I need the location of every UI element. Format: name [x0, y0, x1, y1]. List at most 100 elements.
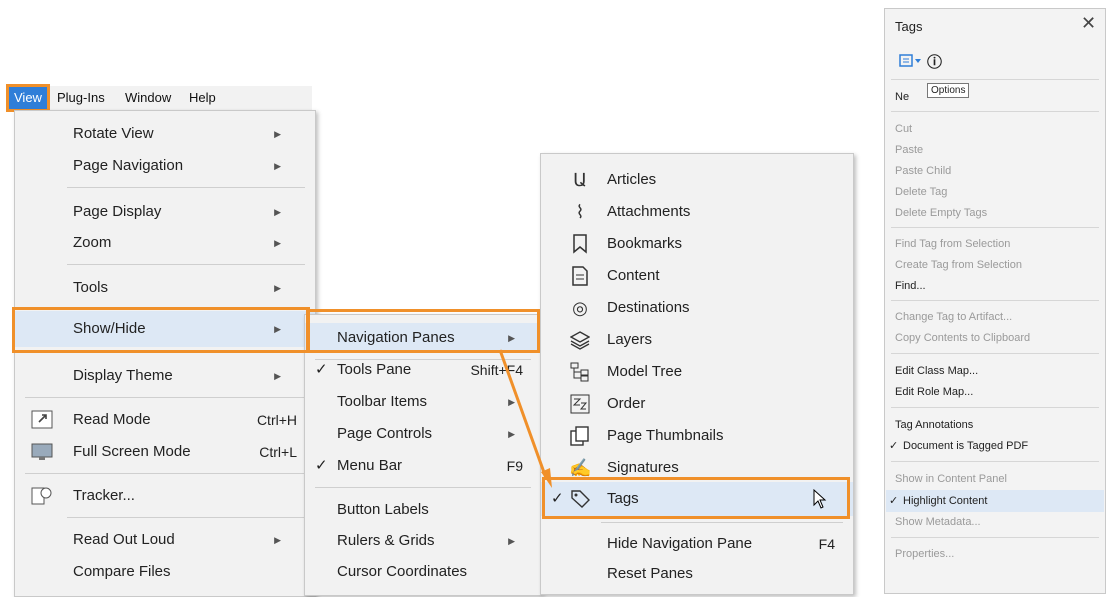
menu-item-properties[interactable]: Properties...	[895, 544, 954, 564]
full-screen-icon	[31, 442, 53, 462]
chevron-right-icon: ▶	[274, 207, 281, 217]
menu-item-zoom[interactable]: Zoom ▶	[15, 228, 315, 258]
menu-separator	[67, 517, 305, 518]
menu-item-find[interactable]: Find...	[895, 276, 926, 296]
menu-item-label: Tracker...	[73, 487, 135, 504]
highlight-box-show-hide	[12, 307, 310, 353]
menu-separator	[601, 522, 843, 523]
menu-item-delete-empty-tags[interactable]: Delete Empty Tags	[895, 203, 987, 223]
menu-item-page-display[interactable]: Page Display ▶	[15, 197, 315, 227]
menu-item-tag-annotations[interactable]: Tag Annotations	[895, 415, 973, 435]
menu-item-change-tag[interactable]: Change Tag to Artifact...	[895, 307, 1012, 327]
menu-plugins[interactable]: Plug-Ins	[54, 89, 108, 107]
menu-item-articles[interactable]: Ա Articles	[541, 164, 853, 196]
menu-item-document-tagged[interactable]: Document is Tagged PDF	[903, 436, 1028, 456]
target-icon: ◎	[572, 298, 588, 318]
menu-item-label: Cursor Coordinates	[337, 563, 468, 580]
menu-item-page-thumbnails[interactable]: Page Thumbnails	[541, 420, 853, 452]
shortcut-label: Ctrl+L	[259, 444, 297, 460]
articles-icon: Ա	[573, 170, 587, 190]
panel-separator	[891, 537, 1099, 538]
page-thumbnails-icon	[569, 426, 591, 446]
menu-item-rulers-grids[interactable]: Rulers & Grids ▶	[305, 526, 541, 556]
menu-item-read-mode[interactable]: Read Mode Ctrl+H	[15, 405, 315, 435]
menu-item-bookmarks[interactable]: Bookmarks	[541, 228, 853, 260]
menu-item-display-theme[interactable]: Display Theme ▶	[15, 361, 315, 391]
menu-item-create-tag[interactable]: Create Tag from Selection	[895, 255, 1022, 275]
menu-item-model-tree[interactable]: Model Tree	[541, 356, 853, 388]
menu-item-label: Bookmarks	[607, 235, 683, 252]
menu-item-label: Rotate View	[73, 125, 154, 142]
options-tooltip: Options	[927, 83, 970, 98]
menu-item-order[interactable]: Order	[541, 388, 853, 420]
check-icon: ✓	[889, 440, 899, 452]
menu-item-show-metadata[interactable]: Show Metadata...	[895, 512, 981, 532]
menu-item-delete-tag[interactable]: Delete Tag	[895, 182, 947, 202]
shortcut-label: F4	[818, 536, 835, 552]
panel-separator	[891, 111, 1099, 112]
menu-item-edit-class-map[interactable]: Edit Class Map...	[895, 361, 978, 381]
menu-item-destinations[interactable]: ◎ Destinations	[541, 292, 853, 324]
menu-item-cursor-coordinates[interactable]: Cursor Coordinates	[305, 557, 541, 587]
check-icon: ✓	[889, 495, 899, 507]
menu-separator	[67, 264, 305, 265]
menu-item-label: Rulers & Grids	[337, 532, 435, 549]
panel-separator	[891, 300, 1099, 301]
menu-item-label: Read Out Loud	[73, 531, 175, 548]
chevron-right-icon: ▶	[508, 536, 515, 546]
menu-item-label: Model Tree	[607, 363, 683, 380]
close-icon[interactable]: ✕	[1081, 13, 1096, 34]
menu-item-reset-panes[interactable]: Reset Panes	[541, 558, 853, 590]
options-menu-icon[interactable]	[899, 53, 925, 74]
menu-item-highlight-content[interactable]: Highlight Content	[903, 491, 987, 511]
menu-item-page-navigation[interactable]: Page Navigation ▶	[15, 151, 315, 181]
menu-item-find-tag[interactable]: Find Tag from Selection	[895, 234, 1010, 254]
menu-item-layers[interactable]: Layers	[541, 324, 853, 356]
menu-item-paste[interactable]: Paste	[895, 140, 923, 160]
chevron-right-icon: ▶	[274, 535, 281, 545]
menu-item-show-in-content[interactable]: Show in Content Panel	[895, 469, 1007, 489]
menu-item-attachments[interactable]: ⌇ Attachments	[541, 196, 853, 228]
menu-item-label: Page Navigation	[73, 157, 184, 174]
info-icon[interactable]: ⓘ	[927, 51, 942, 72]
menu-item-label: Attachments	[607, 203, 691, 220]
panel-separator	[891, 227, 1099, 228]
menu-item-compare-files[interactable]: Compare Files	[15, 557, 315, 587]
chevron-right-icon: ▶	[274, 283, 281, 293]
menu-item-edit-role-map[interactable]: Edit Role Map...	[895, 382, 973, 402]
menu-item-new-tag[interactable]: Ne	[895, 87, 909, 107]
menu-item-label: Display Theme	[73, 367, 173, 384]
menu-item-label: Order	[607, 395, 646, 412]
menu-item-paste-child[interactable]: Paste Child	[895, 161, 951, 181]
menu-item-content[interactable]: Content	[541, 260, 853, 292]
panel-separator	[891, 407, 1099, 408]
menu-item-copy-contents[interactable]: Copy Contents to Clipboard	[895, 328, 1030, 348]
order-icon	[569, 394, 591, 414]
chevron-right-icon: ▶	[274, 371, 281, 381]
menu-item-full-screen[interactable]: Full Screen Mode Ctrl+L	[15, 437, 315, 467]
menu-separator	[67, 187, 305, 188]
menu-item-label: Read Mode	[73, 411, 151, 428]
menu-item-label: Full Screen Mode	[73, 443, 191, 460]
menu-help[interactable]: Help	[186, 89, 219, 107]
menu-item-label: Reset Panes	[607, 565, 693, 582]
navigation-panes-submenu: Ա Articles ⌇ Attachments Bookmarks Conte…	[540, 153, 854, 595]
menu-item-label: Hide Navigation Pane	[607, 535, 753, 552]
paperclip-icon: ⌇	[575, 202, 585, 222]
panel-title: Tags	[895, 19, 923, 34]
menu-item-hide-navigation-pane[interactable]: Hide Navigation Pane F4	[541, 528, 853, 560]
menu-window[interactable]: Window	[122, 89, 174, 107]
menu-item-tracker[interactable]: Tracker...	[15, 481, 315, 511]
panel-separator	[891, 353, 1099, 354]
menu-item-rotate-view[interactable]: Rotate View ▶	[15, 119, 315, 149]
menu-item-tools[interactable]: Tools ▶	[15, 273, 315, 303]
menu-item-read-out-loud[interactable]: Read Out Loud ▶	[15, 525, 315, 555]
menu-item-cut[interactable]: Cut	[895, 119, 912, 139]
menu-item-label: Page Thumbnails	[607, 427, 724, 444]
menu-item-label: Compare Files	[73, 563, 171, 580]
menu-item-label: Articles	[607, 171, 657, 188]
menu-item-label: Page Display	[73, 203, 162, 220]
chevron-right-icon: ▶	[274, 238, 281, 248]
menu-view[interactable]: View	[6, 84, 50, 112]
model-tree-icon	[569, 362, 591, 382]
